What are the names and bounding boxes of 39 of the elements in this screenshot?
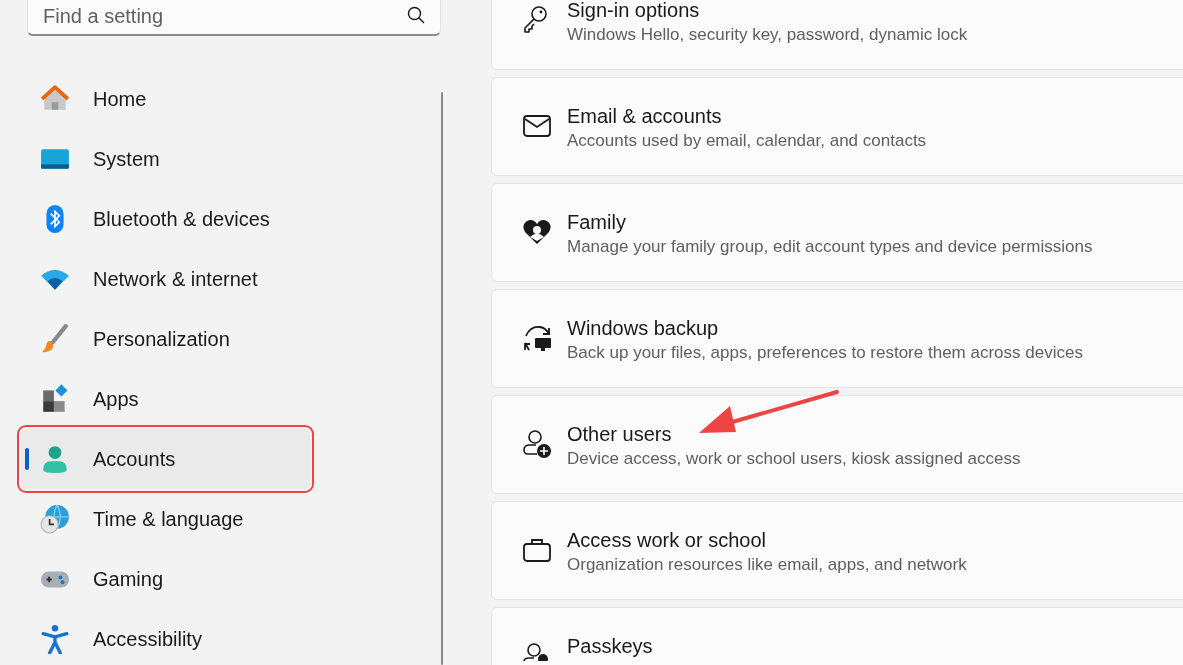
settings-card[interactable]: Family Manage your family group, edit account types and device permissions — [491, 183, 1183, 282]
nav-item[interactable]: Apps — [21, 369, 443, 429]
user-add-icon — [522, 429, 552, 459]
nav-item[interactable]: Time & language — [21, 489, 443, 549]
heart-people-icon — [522, 217, 552, 247]
nav-item[interactable]: Network & internet — [21, 249, 443, 309]
search-field[interactable]: Find a setting — [27, 0, 441, 36]
nav-item[interactable]: Personalization — [21, 309, 443, 369]
sync-monitor-icon — [522, 323, 552, 353]
nav-item[interactable]: Gaming — [21, 549, 443, 609]
card-title: Other users — [567, 423, 673, 445]
paintbrush-icon — [40, 324, 70, 354]
accessibility-icon — [40, 624, 70, 654]
globe-clock-icon — [40, 504, 70, 534]
card-title: Passkeys — [567, 635, 653, 657]
settings-card[interactable]: Email & accounts Accounts used by email, calendar, and contacts — [491, 77, 1183, 176]
settings-card[interactable]: Passkeys — [491, 607, 1183, 665]
card-subtitle: Device access, work or school users, kiosk assigned access — [567, 449, 1021, 469]
settings-card[interactable]: Access work or school Organization resources like email, apps, and network — [491, 501, 1183, 600]
card-subtitle: Back up your files, apps, preferences to restore them across devices — [567, 343, 1083, 363]
nav-item[interactable]: Bluetooth & devices — [21, 189, 443, 249]
card-title: Access work or school — [567, 529, 767, 551]
nav-item[interactable]: System — [21, 129, 443, 189]
nav-item[interactable]: Home — [21, 69, 443, 129]
settings-card[interactable]: Sign-in options Windows Hello, security key, password, dynamic lock — [491, 0, 1183, 70]
apps-icon — [40, 384, 70, 414]
card-subtitle: Accounts used by email, calendar, and contacts — [567, 131, 927, 151]
card-title: Family — [567, 211, 627, 233]
card-title: Windows backup — [567, 317, 720, 339]
nav-item[interactable]: Accessibility — [21, 609, 443, 665]
card-subtitle: Windows Hello, security key, password, dynamic lock — [567, 25, 968, 45]
search-icon[interactable] — [407, 6, 425, 24]
card-title: Sign-in options — [567, 0, 701, 21]
settings-card[interactable]: Windows backup Back up your files, apps, preferences to restore them across devices — [491, 289, 1183, 388]
card-title: Email & accounts — [567, 105, 723, 127]
person-icon — [40, 444, 70, 474]
scrollbar[interactable] — [441, 92, 443, 665]
card-subtitle: Manage your family group, edit account types and device permissions — [567, 237, 1093, 257]
card-subtitle: Organization resources like email, apps, and network — [567, 555, 967, 575]
